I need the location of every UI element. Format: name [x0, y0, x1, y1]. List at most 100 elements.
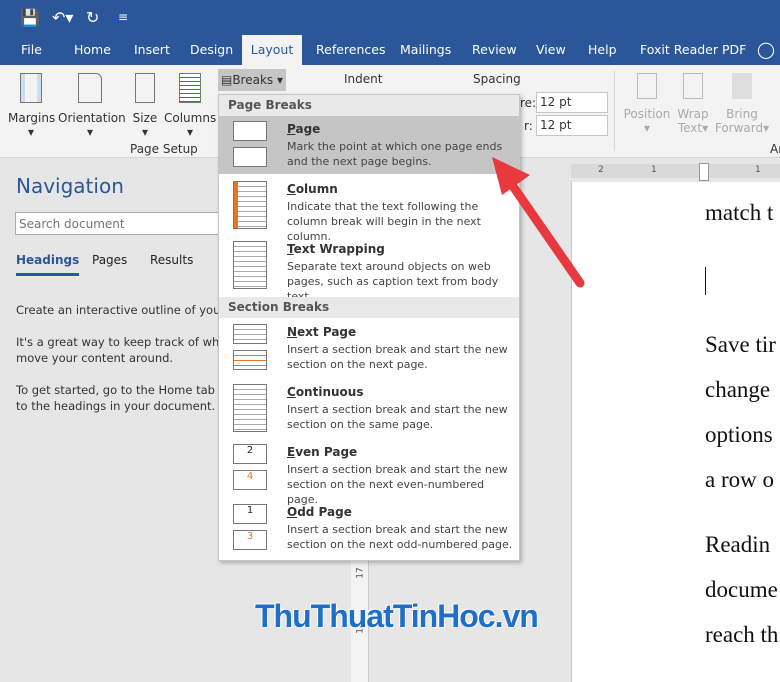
- watermark-logo: ThuThuatTinHoc.vn: [255, 598, 539, 634]
- customize-icon[interactable]: ≡: [118, 10, 128, 24]
- redo-icon[interactable]: ↻: [86, 8, 99, 27]
- nav-tab-results[interactable]: Results: [150, 253, 193, 267]
- margins-icon: [20, 73, 42, 103]
- size-icon: [135, 73, 155, 103]
- continuous-icon: [233, 384, 267, 432]
- breaks-button[interactable]: ▤Breaks ▾: [218, 69, 286, 91]
- tab-foxit[interactable]: Foxit Reader PDF: [640, 35, 746, 65]
- menu-item-title: Page: [287, 122, 321, 136]
- spacing-before-value: 12 pt: [540, 95, 572, 109]
- position-button[interactable]: Position ▾: [622, 73, 672, 135]
- tab-references[interactable]: References: [316, 35, 385, 65]
- doc-text-line: change: [705, 377, 771, 402]
- menu-item-desc: Insert a section break and start the new…: [287, 403, 508, 431]
- bring-label: Bring: [726, 107, 758, 121]
- bring-forward-icon: [732, 73, 752, 99]
- doc-text-line: Save tir: [705, 332, 776, 357]
- group-arrange-label: Ar: [770, 142, 780, 156]
- menu-item-title: Text Wrapping: [287, 242, 385, 256]
- indent-label: Indent: [344, 72, 383, 86]
- menu-item-text-wrapping[interactable]: Text Wrapping Separate text around objec…: [219, 236, 519, 303]
- position-icon: [637, 73, 657, 99]
- menu-item-desc: Insert a section break and start the new…: [287, 523, 513, 551]
- group-page-setup-label: Page Setup: [130, 142, 198, 156]
- breaks-dropdown: Page Breaks Page Mark the point at which…: [218, 94, 520, 561]
- columns-label: Columns: [164, 111, 217, 125]
- menu-item-page[interactable]: Page Mark the point at which one page en…: [219, 116, 519, 174]
- menu-item-title: Even Page: [287, 445, 358, 459]
- nav-tab-pages[interactable]: Pages: [92, 253, 127, 267]
- indent-marker[interactable]: [699, 163, 709, 181]
- page-break-icon: [233, 121, 267, 169]
- tab-home[interactable]: Home: [74, 35, 111, 65]
- orientation-icon: [78, 73, 102, 103]
- menu-item-continuous[interactable]: Continuous Insert a section break and st…: [219, 379, 519, 437]
- tab-review[interactable]: Review: [472, 35, 517, 65]
- undo-icon[interactable]: ↶▾: [52, 8, 73, 27]
- breaks-icon: ▤: [220, 73, 233, 87]
- margins-label: Margins: [8, 111, 56, 125]
- tab-mailings[interactable]: Mailings: [400, 35, 451, 65]
- menu-item-odd-page[interactable]: 13 Odd Page Insert a section break and s…: [219, 499, 519, 557]
- document-page[interactable]: match t Save tir change options a row o …: [571, 182, 780, 682]
- tab-layout[interactable]: Layout: [242, 35, 302, 65]
- margins-button[interactable]: Margins ▾: [8, 73, 56, 139]
- red-arrow-annotation: [492, 157, 585, 288]
- save-icon[interactable]: 💾: [20, 8, 40, 27]
- title-bar: 💾 ↶▾ ↻ ≡: [0, 0, 780, 35]
- lightbulb-icon[interactable]: ◯: [757, 35, 775, 65]
- menu-item-title: Column: [287, 182, 338, 196]
- spacing-label: Spacing: [473, 72, 521, 86]
- menu-item-even-page[interactable]: 24 Even Page Insert a section break and …: [219, 439, 519, 506]
- size-button[interactable]: Size ▾: [130, 73, 160, 139]
- h-ruler-label: 1: [651, 165, 657, 175]
- text-label: Text: [677, 121, 703, 135]
- menu-item-next-page[interactable]: Next Page Insert a section break and sta…: [219, 319, 519, 377]
- page-breaks-header: Page Breaks: [219, 95, 519, 116]
- spacing-before-label: re:: [520, 96, 537, 110]
- doc-text-line: reach th: [705, 622, 779, 647]
- wrap-text-icon: [683, 73, 703, 99]
- spacing-after-label: r:: [524, 119, 533, 133]
- menu-item-desc: Insert a section break and start the new…: [287, 343, 508, 371]
- menu-item-title: Odd Page: [287, 505, 352, 519]
- tab-view[interactable]: View: [536, 35, 566, 65]
- doc-text-line: options: [705, 422, 773, 447]
- tab-file[interactable]: File: [21, 35, 42, 65]
- position-label: Position: [623, 107, 671, 121]
- horizontal-ruler[interactable]: 2 1 1: [571, 163, 780, 181]
- group-divider: [614, 71, 615, 151]
- wrap-label: Wrap: [677, 107, 709, 121]
- columns-icon: [179, 73, 201, 103]
- orientation-button[interactable]: Orientation ▾: [58, 73, 126, 139]
- doc-text-line: match t: [705, 200, 774, 225]
- breaks-label: Breaks: [232, 73, 274, 87]
- menu-item-column[interactable]: Column Indicate that the text following …: [219, 176, 519, 243]
- section-breaks-header: Section Breaks: [219, 297, 519, 318]
- tab-help[interactable]: Help: [588, 35, 617, 65]
- v-ruler-label: 17: [355, 567, 366, 579]
- text-cursor: [705, 267, 706, 295]
- even-page-icon: 24: [233, 444, 267, 492]
- bring-forward-button[interactable]: Bring Forward▾: [714, 73, 770, 135]
- doc-text-line: Readin: [705, 532, 771, 557]
- menu-item-title: Next Page: [287, 325, 357, 339]
- text-wrapping-icon: [233, 241, 267, 289]
- spacing-after-input[interactable]: 12 pt: [536, 115, 608, 136]
- columns-button[interactable]: Columns ▾: [164, 73, 216, 139]
- nav-tab-headings[interactable]: Headings: [16, 253, 80, 276]
- doc-text-line: a row o: [705, 467, 774, 492]
- tab-insert[interactable]: Insert: [134, 35, 170, 65]
- navigation-title: Navigation: [16, 174, 124, 198]
- next-page-icon: [233, 324, 267, 372]
- wrap-text-button[interactable]: Wrap Text▾: [676, 73, 710, 135]
- menu-item-title: Continuous: [287, 385, 364, 399]
- orientation-label: Orientation: [58, 111, 126, 125]
- h-ruler-label: 2: [598, 165, 604, 175]
- spacing-after-value: 12 pt: [540, 118, 572, 132]
- h-ruler-label: 1: [755, 165, 761, 175]
- odd-page-icon: 13: [233, 504, 267, 552]
- spacing-before-input[interactable]: 12 pt: [536, 92, 608, 113]
- tab-design[interactable]: Design: [190, 35, 233, 65]
- column-break-icon: [233, 181, 267, 229]
